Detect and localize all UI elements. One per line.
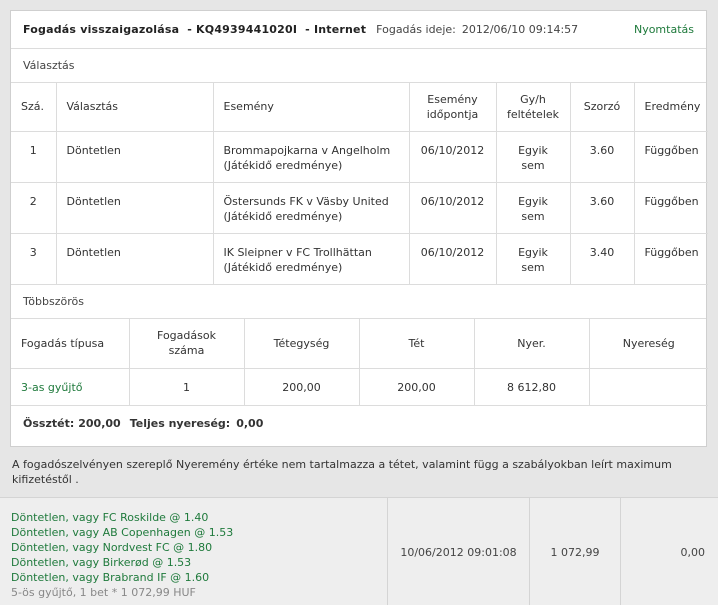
bet-type-link[interactable]: 3-as gyűjtő	[11, 368, 130, 406]
row-result: Függőben	[634, 233, 708, 285]
row-choice: Döntetlen	[56, 233, 214, 285]
confirmation-title: Fogadás visszaigazolása	[23, 23, 180, 36]
col-event-time: Esemény időpontja	[409, 83, 497, 132]
event-sub: (Játékidő eredménye)	[223, 158, 343, 172]
event-sub: (Játékidő eredménye)	[223, 260, 343, 274]
row-event: IK Sleipner v FC Trollhättan (Játékidő er…	[213, 233, 410, 285]
row-result: Függőben	[634, 182, 708, 234]
multiple-table: Fogadás típusa Fogadások száma Tétegység…	[11, 318, 708, 406]
total-profit-label: Teljes nyereség:	[129, 416, 231, 430]
total-stake-label: Össztét:	[23, 416, 75, 430]
bet-id: KQ4939441020I	[196, 23, 298, 36]
pick-link[interactable]: Döntetlen, vagy AB Copenhagen @ 1.53	[11, 525, 387, 540]
pick-link[interactable]: Döntetlen, vagy Brabrand IF @ 1.60	[11, 570, 387, 585]
row-cond: Egyik sem	[496, 131, 571, 183]
bet-history-row: Döntetlen, vagy FC Roskilde @ 1.40 Dönte…	[0, 497, 718, 605]
col-win: Nyer.	[474, 318, 590, 369]
col-conditions: Gy/h feltételek	[496, 83, 571, 132]
total-profit-value: 0,00	[236, 416, 264, 430]
col-profit: Nyereség	[589, 318, 708, 369]
total-stake-value: 200,00	[78, 416, 121, 430]
stake: 200,00	[359, 368, 475, 406]
selections-section-title: Választás	[11, 49, 706, 83]
bet-time-value: 2012/06/10 09:14:57	[461, 23, 579, 36]
history-datetime: 10/06/2012 09:01:08	[387, 498, 529, 605]
row-odds: 3.60	[570, 182, 635, 234]
col-num: Szá.	[11, 83, 57, 132]
row-odds: 3.40	[570, 233, 635, 285]
row-odds: 3.60	[570, 131, 635, 183]
selections-table: Szá. Választás Esemény Esemény időpontja…	[11, 83, 708, 285]
col-bet-type: Fogadás típusa	[11, 318, 130, 369]
totals-row: Össztét: 200,00 Teljes nyereség: 0,00	[11, 406, 706, 440]
pick-link[interactable]: Döntetlen, vagy Nordvest FC @ 1.80	[11, 540, 387, 555]
col-stake: Tét	[359, 318, 475, 369]
event-name: IK Sleipner v FC Trollhättan	[223, 245, 372, 259]
title-dash: -	[183, 23, 193, 36]
col-event: Esemény	[213, 83, 410, 132]
history-result: 0,00	[620, 498, 718, 605]
row-date: 06/10/2012	[409, 182, 497, 234]
table-row: 2 Döntetlen Östersunds FK v Väsby United…	[11, 182, 708, 234]
potential-win: 8 612,80	[474, 368, 590, 406]
col-result: Eredmény	[634, 83, 708, 132]
col-unit-stake: Tétegység	[244, 318, 360, 369]
row-cond: Egyik sem	[496, 182, 571, 234]
row-cond: Egyik sem	[496, 233, 571, 285]
table-row: 3 Döntetlen IK Sleipner v FC Trollhättan…	[11, 233, 708, 285]
col-odds: Szorzó	[570, 83, 635, 132]
multiple-section-title: Többszörös	[11, 285, 706, 319]
bet-channel: Internet	[313, 23, 367, 36]
multiple-header-row: Fogadás típusa Fogadások száma Tétegység…	[11, 318, 708, 369]
event-name: Östersunds FK v Väsby United	[223, 194, 389, 208]
row-date: 06/10/2012	[409, 131, 497, 183]
col-bet-count: Fogadások száma	[129, 318, 245, 369]
row-event: Östersunds FK v Väsby United (Játékidő er…	[213, 182, 410, 234]
event-name: Brommapojkarna v Angelholm	[223, 143, 391, 157]
event-sub: (Játékidő eredménye)	[223, 209, 343, 223]
col-choice: Választás	[56, 83, 214, 132]
history-amount: 1 072,99	[529, 498, 620, 605]
table-row: 3-as gyűjtő 1 200,00 200,00 8 612,80	[11, 368, 708, 406]
title-dash-2: -	[301, 23, 310, 36]
row-event: Brommapojkarna v Angelholm (Játékidő ered…	[213, 131, 410, 183]
unit-stake: 200,00	[244, 368, 360, 406]
pick-link[interactable]: Döntetlen, vagy Birkerød @ 1.53	[11, 555, 387, 570]
print-link[interactable]: Nyomtatás	[634, 23, 694, 36]
bet-time-label: Fogadás ideje:	[376, 23, 456, 36]
bet-count: 1	[129, 368, 245, 406]
row-num: 1	[11, 131, 57, 183]
winnings-note: A fogadószelvényen szereplő Nyeremény ér…	[12, 458, 672, 486]
bet-confirmation-panel: Fogadás visszaigazolása - KQ4939441020I …	[10, 10, 708, 447]
profit	[589, 368, 708, 406]
row-num: 2	[11, 182, 57, 234]
history-summary: 5-ös gyűjtő, 1 bet * 1 072,99 HUF	[11, 586, 196, 599]
pick-link[interactable]: Döntetlen, vagy FC Roskilde @ 1.40	[11, 510, 387, 525]
confirmation-header: Fogadás visszaigazolása - KQ4939441020I …	[11, 11, 706, 49]
selections-header-row: Szá. Választás Esemény Esemény időpontja…	[11, 83, 708, 132]
row-choice: Döntetlen	[56, 131, 214, 183]
row-date: 06/10/2012	[409, 233, 497, 285]
table-row: 1 Döntetlen Brommapojkarna v Angelholm (J…	[11, 131, 708, 183]
history-picks: Döntetlen, vagy FC Roskilde @ 1.40 Dönte…	[0, 498, 387, 605]
row-num: 3	[11, 233, 57, 285]
row-choice: Döntetlen	[56, 182, 214, 234]
row-result: Függőben	[634, 131, 708, 183]
